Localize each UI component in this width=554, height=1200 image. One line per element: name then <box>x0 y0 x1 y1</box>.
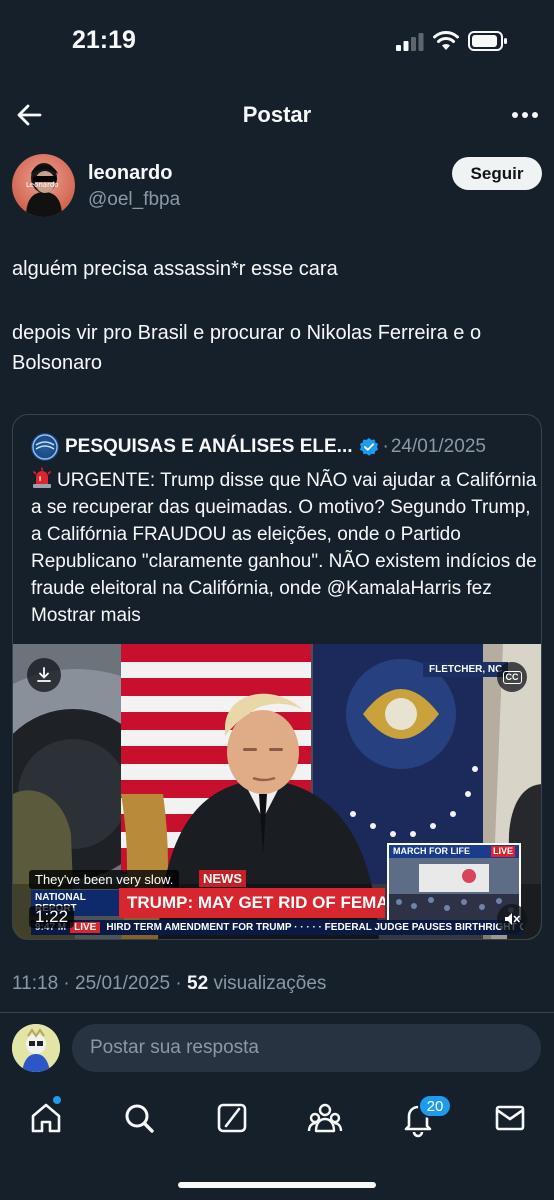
post-date: 25/01/2025 <box>75 973 171 994</box>
quoted-account-avatar <box>31 433 59 461</box>
separator-dot: · <box>63 973 70 994</box>
battery-icon <box>468 31 507 51</box>
inset-title: MARCH FOR LIFE <box>393 846 470 856</box>
page-title: Postar <box>242 102 312 127</box>
cellular-signal-icon <box>396 33 424 51</box>
divider <box>0 1012 554 1013</box>
post-time: 11:18 <box>12 973 59 994</box>
captions-button[interactable]: CC <box>497 662 527 692</box>
quoted-post-body: URGENTE: Trump disse que NÃO vai ajudar … <box>31 467 541 629</box>
notifications-badge: 20 <box>418 1094 452 1118</box>
more-options-button[interactable] <box>508 98 542 132</box>
wifi-icon <box>433 31 459 50</box>
separator-dot: · <box>175 973 182 994</box>
download-button[interactable] <box>27 658 61 692</box>
bottom-tab-bar <box>0 1092 554 1152</box>
person-sunglasses-icon: Leonardo <box>26 163 62 217</box>
ticker-live: LIVE <box>70 922 101 933</box>
home-unread-dot <box>53 1096 61 1104</box>
post-text: alguém precisa assassin*r esse cara depo… <box>12 254 542 378</box>
reply-composer: Postar sua resposta <box>12 1022 542 1074</box>
captions-label: CC <box>502 670 522 684</box>
communities-icon[interactable] <box>305 1098 345 1138</box>
globe-logo-icon <box>32 434 58 460</box>
author-avatar[interactable]: Leonardo <box>12 154 75 217</box>
video-caption: They've been very slow. <box>29 870 180 889</box>
search-icon[interactable] <box>119 1098 159 1138</box>
status-bar: 21:19 <box>0 0 554 80</box>
post-paragraph: depois vir pro Brasil e procurar o Nikol… <box>12 322 482 374</box>
home-icon[interactable] <box>26 1098 66 1138</box>
reply-input[interactable]: Postar sua resposta <box>72 1024 541 1072</box>
quoted-account-name: PESQUISAS E ANÁLISES ELE... <box>65 436 353 457</box>
separator-dot: · <box>382 436 389 457</box>
current-user-avatar[interactable] <box>12 1024 60 1072</box>
follow-button[interactable]: Seguir <box>452 157 542 190</box>
author-handle[interactable]: @oel_fbpa <box>88 189 180 211</box>
verified-badge-icon <box>359 437 378 456</box>
news-tag: NEWS <box>199 870 246 887</box>
police-siren-icon <box>33 467 51 488</box>
mute-button[interactable] <box>497 904 527 934</box>
reply-placeholder: Postar sua resposta <box>90 1037 259 1058</box>
caption-text: They've been very slow. <box>35 872 174 887</box>
headline-banner: TRUMP: MAY GET RID OF FEMA <box>119 888 385 918</box>
video-duration: 1:22 <box>29 906 75 928</box>
post-header: Postar <box>0 90 554 140</box>
quoted-post-header: PESQUISAS E ANÁLISES ELE... · 24/01/2025 <box>31 433 531 461</box>
home-indicator[interactable] <box>178 1182 376 1188</box>
post-paragraph: alguém precisa assassin*r esse cara <box>12 258 338 280</box>
quoted-post-text: URGENTE: Trump disse que NÃO vai ajudar … <box>31 470 537 599</box>
mail-icon[interactable] <box>490 1098 530 1138</box>
inset-live-badge: LIVE <box>490 846 515 857</box>
quoted-post[interactable]: PESQUISAS E ANÁLISES ELE... · 24/01/2025… <box>12 414 542 940</box>
headline-text: TRUMP: MAY GET RID OF FEMA <box>127 893 385 912</box>
cartoon-avatar-icon <box>12 1024 60 1072</box>
post-meta: 11:18 · 25/01/2025 · 52 visualizações <box>12 973 326 995</box>
author-display-name[interactable]: leonardo <box>88 162 172 185</box>
status-time: 21:19 <box>72 26 136 54</box>
news-suffix: NEWS <box>203 871 242 886</box>
more-horizontal-icon <box>512 112 538 118</box>
download-icon <box>37 667 51 682</box>
location-tag: FLETCHER, NC <box>423 662 509 677</box>
location-text: FLETCHER, NC <box>429 664 503 675</box>
post-author: Leonardo leonardo @oel_fbpa Seguir <box>12 154 542 220</box>
show-more-link[interactable]: Mostrar mais <box>31 605 141 626</box>
duration-text: 1:22 <box>35 907 69 926</box>
ticker-text: HIRD TERM AMENDMENT FOR TRUMP · · · · · … <box>106 922 523 933</box>
views-count: 52 <box>187 973 209 994</box>
grok-icon[interactable] <box>212 1098 252 1138</box>
quoted-post-date: 24/01/2025 <box>390 436 486 457</box>
svg-text:Leonardo: Leonardo <box>26 181 59 189</box>
video-player[interactable]: FLETCHER, NC CC MARCH FOR LIFE LIVE They… <box>13 644 541 939</box>
news-ticker: 9:47 M LIVE HIRD TERM AMENDMENT FOR TRUM… <box>31 920 523 935</box>
speaker-muted-icon <box>505 913 520 925</box>
views-label: visualizações <box>213 973 327 994</box>
